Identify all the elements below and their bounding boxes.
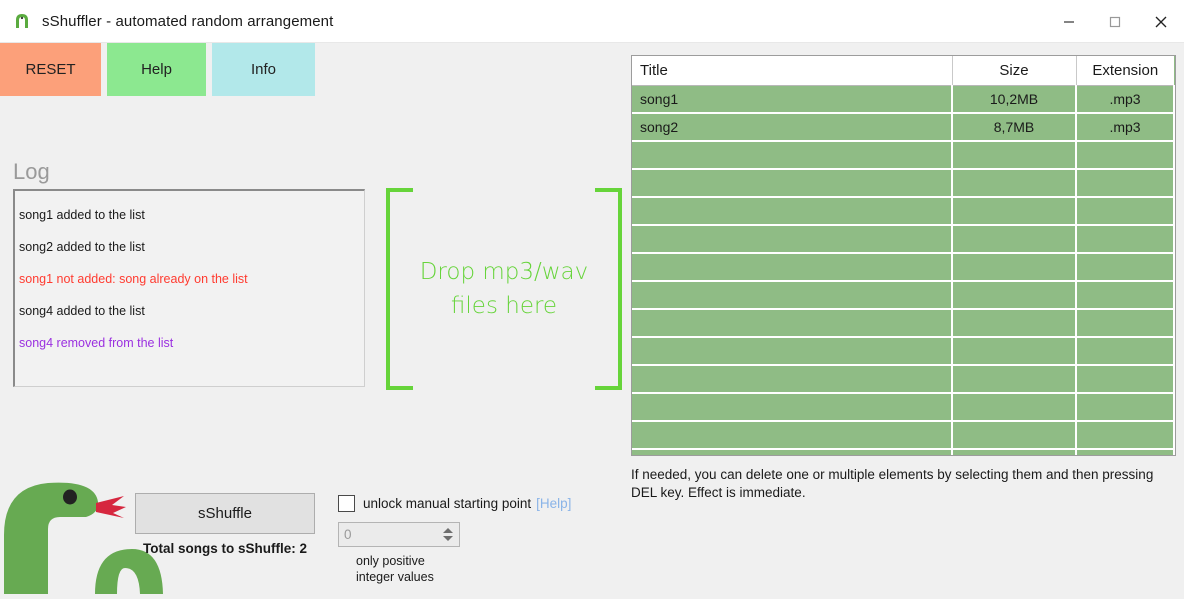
snake-icon <box>12 11 32 31</box>
cell-empty <box>952 197 1077 226</box>
stepper-note-line2: integer values <box>356 570 434 584</box>
cell-empty <box>1076 281 1175 310</box>
cell-empty <box>952 449 1077 455</box>
reset-button[interactable]: RESET <box>0 43 101 96</box>
cell-extension: .mp3 <box>1076 112 1175 142</box>
stepper-note-line1: only positive <box>356 554 425 568</box>
cell-empty <box>952 169 1077 198</box>
cell-empty <box>952 141 1077 170</box>
total-songs-label: Total songs to sShuffle: 2 <box>142 541 307 556</box>
starting-point-value[interactable]: 0 <box>339 527 438 542</box>
cell-empty <box>632 421 953 450</box>
file-table[interactable]: Title Size Extension song1 10,2MB .mp3 song… <box>631 55 1176 456</box>
minimize-icon[interactable] <box>1046 0 1092 43</box>
info-button[interactable]: Info <box>212 43 315 96</box>
drop-text-line2: files here <box>450 293 558 319</box>
cell-empty <box>952 421 1077 450</box>
cell-empty <box>1076 225 1175 254</box>
cell-empty <box>632 337 953 366</box>
stepper-down-icon[interactable] <box>442 536 453 541</box>
sshuffle-button[interactable]: sShuffle <box>135 493 315 534</box>
cell-empty <box>632 141 953 170</box>
table-row-empty[interactable] <box>632 393 1175 422</box>
table-row-empty[interactable] <box>632 365 1175 394</box>
table-row[interactable]: song1 10,2MB .mp3 <box>632 85 1175 114</box>
log-entry: song1 not added: song already on the lis… <box>19 272 248 286</box>
cell-title: song1 <box>632 85 953 114</box>
cell-empty <box>632 169 953 198</box>
cell-empty <box>632 281 953 310</box>
cell-empty <box>632 225 953 254</box>
drop-text-line1: Drop mp3/wav <box>419 259 589 285</box>
cell-title: song2 <box>632 112 953 142</box>
cell-empty <box>952 365 1077 394</box>
unlock-manual-start-label: unlock manual starting point <box>363 496 532 511</box>
cell-size: 10,2MB <box>952 85 1077 114</box>
log-entry: song4 removed from the list <box>19 336 174 350</box>
manual-start-help-link[interactable]: [Help] <box>536 496 571 511</box>
log-entry: song1 added to the list <box>19 208 145 222</box>
unlock-manual-start-row[interactable]: unlock manual starting point [Help] <box>338 495 571 512</box>
cell-empty <box>1076 141 1175 170</box>
table-row-empty[interactable] <box>632 225 1175 254</box>
table-row-empty[interactable] <box>632 141 1175 170</box>
cell-empty <box>952 309 1077 338</box>
cell-empty <box>632 365 953 394</box>
cell-empty <box>632 449 953 455</box>
column-header-title[interactable]: Title <box>632 56 953 86</box>
cell-empty <box>1076 197 1175 226</box>
cell-empty <box>952 225 1077 254</box>
column-header-size[interactable]: Size <box>952 56 1077 86</box>
starting-point-stepper[interactable]: 0 <box>338 522 460 547</box>
window-title: sShuffler - automated random arrangement <box>42 12 334 30</box>
drop-zone[interactable]: Drop mp3/wav files here <box>386 188 622 390</box>
cell-empty <box>1076 169 1175 198</box>
cell-empty <box>1076 309 1175 338</box>
table-row-empty[interactable] <box>632 197 1175 226</box>
table-row-empty[interactable] <box>632 253 1175 282</box>
cell-empty <box>632 253 953 282</box>
log-entry: song2 added to the list <box>19 240 145 254</box>
drop-zone-text: Drop mp3/wav files here <box>386 188 622 390</box>
cell-empty <box>1076 365 1175 394</box>
cell-empty <box>1076 337 1175 366</box>
table-row-empty[interactable] <box>632 309 1175 338</box>
window-controls <box>1046 0 1184 43</box>
table-row-empty[interactable] <box>632 169 1175 198</box>
cell-empty <box>632 309 953 338</box>
table-row[interactable]: song2 8,7MB .mp3 <box>632 112 1175 142</box>
cell-size: 8,7MB <box>952 112 1077 142</box>
table-header-row: Title Size Extension <box>632 56 1174 86</box>
help-button[interactable]: Help <box>107 43 206 96</box>
cell-empty <box>952 253 1077 282</box>
title-bar: sShuffler - automated random arrangement <box>0 0 1184 43</box>
maximize-icon[interactable] <box>1092 0 1138 43</box>
log-entry: song4 added to the list <box>19 304 145 318</box>
cell-empty <box>1076 421 1175 450</box>
cell-empty <box>1076 449 1175 455</box>
cell-empty <box>632 197 953 226</box>
column-header-extension[interactable]: Extension <box>1076 56 1174 86</box>
cell-empty <box>952 337 1077 366</box>
table-row-empty[interactable] <box>632 337 1175 366</box>
table-row-empty[interactable] <box>632 281 1175 310</box>
unlock-manual-start-checkbox[interactable] <box>338 495 355 512</box>
table-hint-text: If needed, you can delete one or multipl… <box>631 467 1154 500</box>
close-icon[interactable] <box>1138 0 1184 43</box>
cell-empty <box>952 393 1077 422</box>
log-heading: Log <box>13 159 50 184</box>
cell-empty <box>1076 393 1175 422</box>
cell-empty <box>1076 253 1175 282</box>
stepper-up-icon[interactable] <box>442 528 453 533</box>
stepper-arrows[interactable] <box>438 523 457 546</box>
cell-extension: .mp3 <box>1076 85 1175 114</box>
table-row-empty[interactable] <box>632 449 1175 455</box>
cell-empty <box>952 281 1077 310</box>
log-panel[interactable]: song1 added to the list song2 added to th… <box>13 189 365 387</box>
stepper-note: only positive integer values <box>356 553 434 585</box>
cell-empty <box>632 393 953 422</box>
table-row-empty[interactable] <box>632 421 1175 450</box>
